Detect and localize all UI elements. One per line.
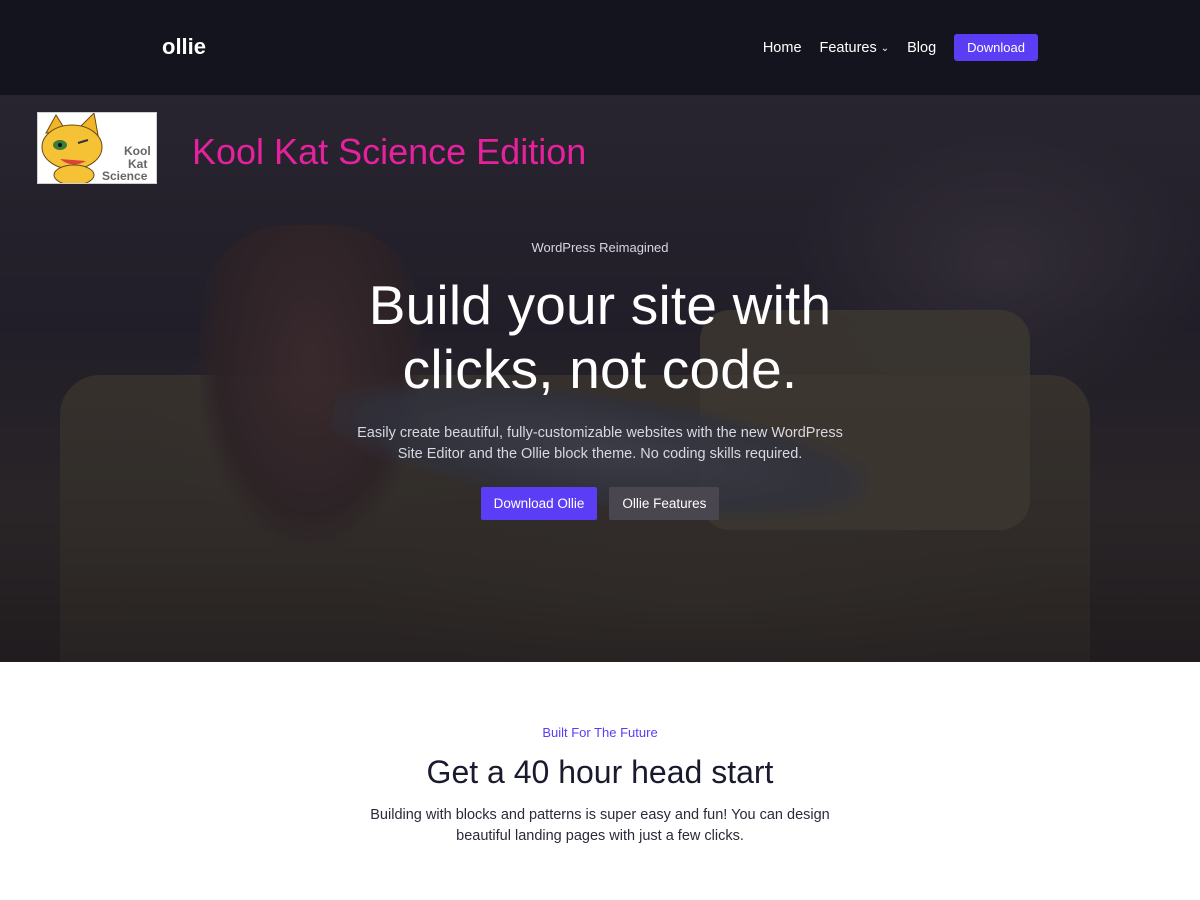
site-edition-title: Kool Kat Science Edition	[192, 131, 587, 172]
nav-home-link[interactable]: Home	[763, 40, 802, 56]
badge-image-text-1: Kool	[124, 144, 151, 158]
section-title: Get a 40 hour head start	[426, 754, 774, 790]
hero-title: Build your site with clicks, not code.	[368, 274, 832, 400]
kool-kat-logo-image: Kool Kat Science	[37, 112, 157, 184]
header-download-label: Download	[967, 40, 1025, 55]
hero-eyebrow: WordPress Reimagined	[531, 240, 669, 255]
section-eyebrow: Built For The Future	[542, 725, 658, 740]
logo-text: ollie	[162, 34, 206, 59]
nav-home-label: Home	[762, 39, 802, 56]
site-header: ollie Home Features ⌄ Blog Download	[0, 0, 1200, 95]
badge-image-text-3: Science	[102, 169, 148, 183]
nav-blog-link[interactable]: Blog	[907, 40, 936, 56]
nav-features-link[interactable]: Features ⌄	[820, 40, 890, 56]
hero-description: Easily create beautiful, fully-customiza…	[357, 425, 843, 462]
chevron-down-icon: ⌄	[880, 43, 890, 54]
features-intro-section: Built For The Future Get a 40 hour head …	[0, 662, 1200, 900]
download-ollie-label: Download Ollie	[493, 496, 585, 511]
header-download-button[interactable]: Download	[954, 34, 1038, 61]
nav-blog-label: Blog	[907, 39, 937, 56]
hero-buttons: Download Ollie Ollie Features	[300, 487, 900, 520]
download-ollie-button[interactable]: Download Ollie	[480, 487, 598, 520]
main-nav: Home Features ⌄ Blog Download	[763, 34, 1038, 61]
ollie-logo[interactable]: ollie	[162, 34, 218, 60]
nav-features-label: Features	[819, 39, 877, 56]
ollie-features-label: Ollie Features	[622, 496, 707, 511]
ollie-features-button[interactable]: Ollie Features	[609, 487, 720, 520]
section-description: Building with blocks and patterns is sup…	[370, 807, 830, 844]
hero-section: Kool Kat Science Kool Kat Science Editio…	[0, 95, 1200, 662]
hero-content: WordPress Reimagined Build your site wit…	[300, 240, 900, 520]
